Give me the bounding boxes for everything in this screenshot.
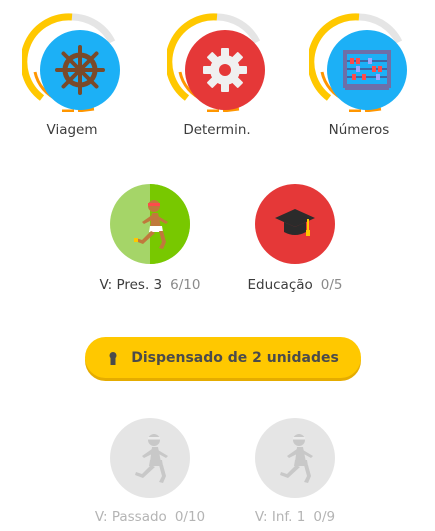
skill-name: V: Pres. 3 — [99, 277, 163, 293]
skill-count: 0/9 — [313, 509, 336, 525]
skill-numeros[interactable]: Números — [309, 12, 409, 138]
abacus-icon — [343, 50, 391, 90]
keyhole-icon — [109, 351, 117, 365]
skill-name: V: Inf. 1 — [254, 509, 306, 525]
test-out-banner[interactable]: Dispensado de 2 unidades — [85, 337, 361, 378]
skill-name: V: Passado — [94, 509, 167, 525]
skill-v-pres-3[interactable]: V: Pres. 3 6/10 — [100, 184, 200, 293]
skill-v-inf-1[interactable]: V: Inf. 1 0/9 — [255, 418, 335, 525]
skill-determin[interactable]: Determin. — [167, 12, 267, 138]
runner-icon — [135, 434, 168, 483]
ship-wheel-icon — [55, 45, 105, 95]
gear-icon — [203, 48, 247, 92]
skill-v-passado[interactable]: V: Passado 0/10 — [95, 418, 205, 525]
skill-circle[interactable] — [110, 418, 190, 498]
skill-educacao[interactable]: Educação 0/5 — [247, 184, 343, 293]
skill-count: 6/10 — [170, 277, 201, 293]
skill-circle[interactable] — [255, 418, 335, 498]
skill-viagem[interactable]: Viagem — [22, 12, 122, 138]
skill-circle[interactable] — [110, 184, 190, 264]
skill-name: Educação — [247, 277, 313, 293]
skill-label: Educação 0/5 — [205, 277, 385, 293]
skill-circle[interactable] — [255, 184, 335, 264]
skill-count: 0/5 — [320, 277, 343, 293]
runner-icon — [280, 434, 313, 483]
skill-circle[interactable] — [40, 30, 120, 110]
runner-icon — [134, 200, 168, 249]
skill-circle[interactable] — [327, 30, 407, 110]
skill-count: 0/10 — [174, 509, 206, 525]
skill-label: V: Inf. 1 0/9 — [205, 509, 385, 525]
skill-label: Números — [328, 122, 390, 138]
skill-circle[interactable] — [185, 30, 265, 110]
graduation-cap-icon — [275, 209, 315, 236]
banner-text: Dispensado de 2 unidades — [131, 349, 339, 366]
